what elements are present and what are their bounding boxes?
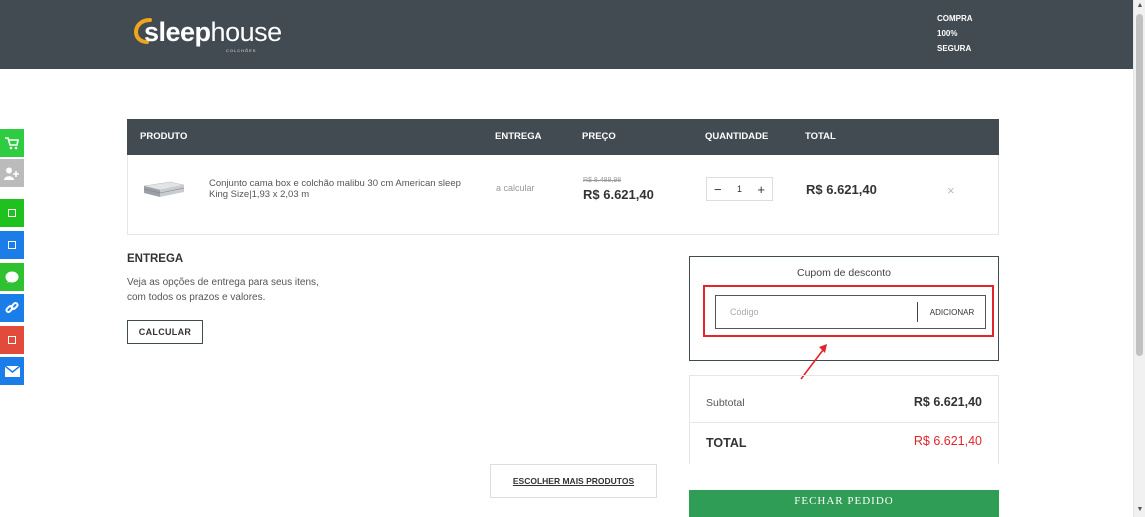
secure-line-3: SEGURA bbox=[937, 44, 972, 53]
quantity-stepper: − 1 + bbox=[706, 177, 773, 201]
price-old: R$ 8.488,98 bbox=[583, 177, 622, 184]
secure-line-1: COMPRA bbox=[937, 14, 973, 23]
secure-purchase-badge: COMPRA 100% SEGURA bbox=[937, 11, 997, 56]
facebook-icon[interactable] bbox=[0, 231, 24, 259]
calculate-shipping-button[interactable]: CALCULAR bbox=[127, 320, 203, 344]
user-plus-icon[interactable] bbox=[0, 159, 24, 187]
cart-page: sleephouse COLCHÕES COMPRA 100% SEGURA P… bbox=[0, 0, 1145, 517]
header-delivery: ENTREGA bbox=[495, 131, 542, 142]
page-scrollbar[interactable]: ▲ ▼ bbox=[1133, 0, 1145, 517]
total-value: R$ 6.621,40 bbox=[913, 434, 982, 448]
shipping-title: ENTREGA bbox=[127, 253, 184, 265]
subtotal-value: R$ 6.621,40 bbox=[913, 395, 982, 409]
cart-table-header: PRODUTO ENTREGA PREÇO QUANTIDADE TOTAL bbox=[127, 119, 999, 155]
shipping-description: Veja as opções de entrega para seus iten… bbox=[127, 277, 319, 303]
header-total: TOTAL bbox=[805, 131, 836, 142]
quantity-minus-button[interactable]: − bbox=[714, 182, 722, 197]
product-thumbnail[interactable] bbox=[142, 179, 186, 201]
total-label: TOTAL bbox=[706, 436, 747, 450]
messenger-icon[interactable] bbox=[0, 263, 24, 291]
scroll-down-icon[interactable]: ▼ bbox=[1136, 505, 1144, 515]
coupon-input-group: ADICIONAR bbox=[715, 295, 986, 329]
header-price: PREÇO bbox=[582, 131, 616, 142]
header-quantity: QUANTIDADE bbox=[705, 131, 769, 142]
coupon-separator bbox=[917, 302, 918, 322]
quantity-value[interactable]: 1 bbox=[737, 184, 742, 194]
order-summary: Subtotal R$ 6.621,40 TOTAL R$ 6.621,40 bbox=[689, 375, 999, 464]
price-new: R$ 6.621,40 bbox=[583, 187, 654, 202]
cart-plus-icon[interactable] bbox=[0, 129, 24, 157]
product-name-link[interactable]: Conjunto cama box e colchão malibu 30 cm… bbox=[209, 178, 479, 200]
logo-light-text: house bbox=[210, 17, 283, 47]
scroll-thumb[interactable] bbox=[1136, 14, 1143, 356]
item-total: R$ 6.621,40 bbox=[806, 182, 877, 197]
site-header: sleephouse COLCHÕES COMPRA 100% SEGURA bbox=[0, 0, 1133, 69]
scroll-up-icon[interactable]: ▲ bbox=[1136, 1, 1144, 11]
add-coupon-button[interactable]: ADICIONAR bbox=[919, 296, 985, 328]
coupon-panel: Cupom de desconto ADICIONAR bbox=[689, 256, 999, 361]
close-order-button[interactable]: FECHAR PEDIDO bbox=[689, 490, 999, 517]
header-product: PRODUTO bbox=[140, 131, 188, 142]
subtotal-label: Subtotal bbox=[706, 397, 745, 409]
logo-bold-text: sleep bbox=[144, 17, 211, 47]
google-plus-icon[interactable] bbox=[0, 326, 24, 354]
quantity-plus-button[interactable]: + bbox=[757, 182, 765, 197]
subtotal-row: Subtotal R$ 6.621,40 bbox=[690, 376, 998, 423]
secure-line-2: 100% bbox=[937, 29, 958, 38]
link-icon[interactable] bbox=[0, 294, 24, 322]
coupon-code-input[interactable] bbox=[716, 296, 916, 328]
cart-item-row: Conjunto cama box e colchão malibu 30 cm… bbox=[127, 155, 999, 235]
coupon-title: Cupom de desconto bbox=[797, 267, 891, 279]
delivery-status: a calcular bbox=[496, 183, 535, 193]
logo-subtitle: COLCHÕES bbox=[226, 48, 257, 53]
coupon-highlight-annotation: ADICIONAR bbox=[703, 285, 994, 337]
choose-more-products-button[interactable]: ESCOLHER MAIS PRODUTOS bbox=[490, 464, 657, 498]
whatsapp-icon[interactable] bbox=[0, 199, 24, 227]
remove-item-icon[interactable]: × bbox=[947, 183, 955, 198]
mail-icon[interactable] bbox=[0, 357, 24, 385]
